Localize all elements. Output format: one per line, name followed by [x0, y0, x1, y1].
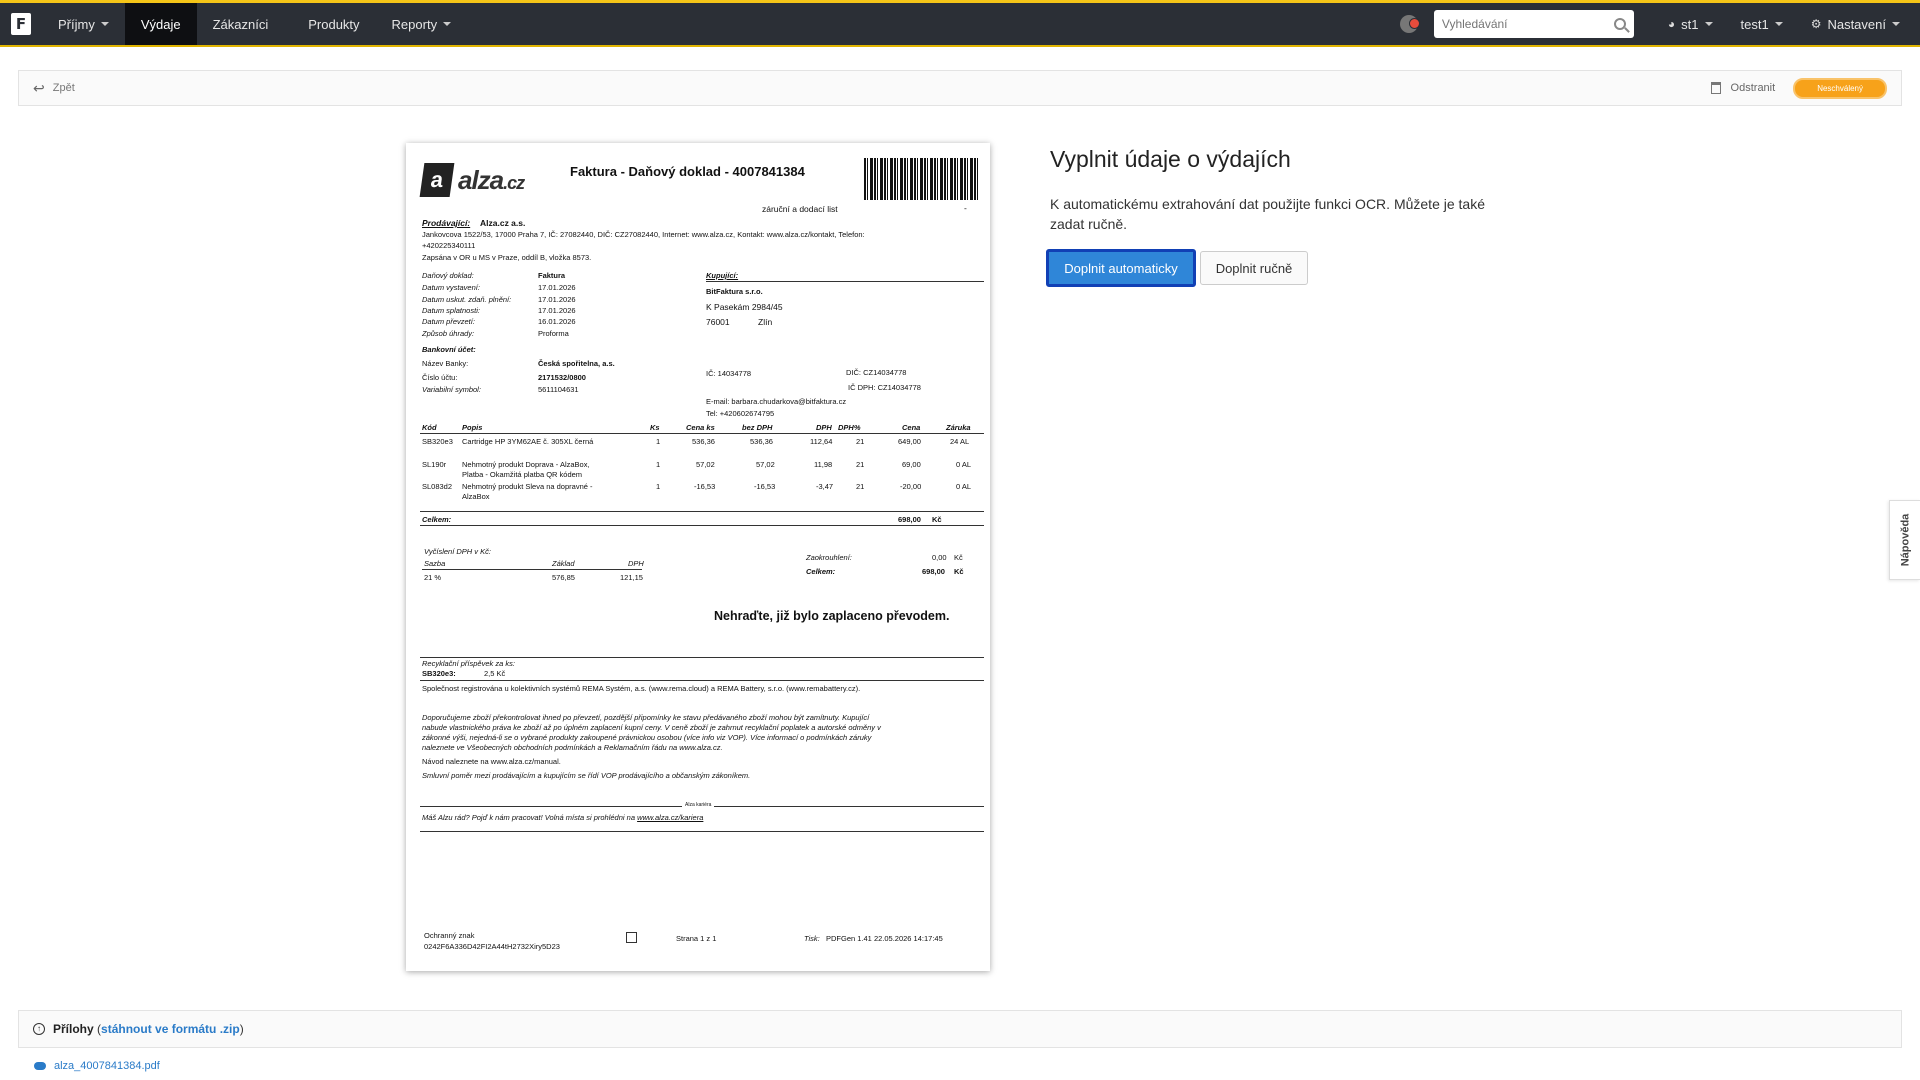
search-input[interactable] [1441, 17, 1614, 31]
alza-logo: a alza.cz [419, 163, 525, 197]
company-switcher[interactable]: ◕ st1 [1654, 17, 1727, 32]
barcode [864, 158, 980, 200]
chevron-down-icon [1774, 22, 1783, 26]
app-logo[interactable]: F [0, 3, 42, 45]
status-badge[interactable]: Neschválený [1793, 77, 1887, 99]
nav-reporty[interactable]: Reporty [376, 3, 468, 45]
notification-icon[interactable] [1399, 15, 1420, 33]
nav-prijmy[interactable]: Příjmy [42, 3, 125, 45]
chevron-down-icon [443, 22, 452, 26]
reply-arrow-icon: ↩ [33, 79, 45, 96]
dashboard-icon: ◕ [1667, 17, 1676, 31]
trash-icon [1710, 82, 1721, 94]
seller-label: Prodávající: [422, 218, 471, 228]
search-box [1433, 10, 1634, 38]
delete-button[interactable]: Odstranit [1710, 82, 1775, 94]
chevron-down-icon [100, 22, 109, 26]
download-zip-link[interactable]: stáhnout ve formátu .zip [101, 1022, 240, 1036]
career-link[interactable]: www.alza.cz/kariera [637, 813, 703, 822]
user-menu[interactable]: test1 [1727, 17, 1797, 32]
logo-icon: F [11, 13, 31, 35]
settings-menu[interactable]: ⚙ Nastavení [1797, 17, 1920, 32]
action-toolbar: ↩ Zpět Odstranit Neschválený [18, 70, 1902, 106]
help-tab[interactable]: Nápověda [1889, 500, 1920, 580]
arrow-up-circle-icon: ↑ [33, 1023, 45, 1035]
chevron-down-icon [1892, 22, 1900, 26]
nav-vydaje[interactable]: Výdaje [124, 3, 197, 45]
invoice-title: Faktura - Daňový doklad - 4007841384 [570, 164, 805, 179]
seller-name: Alza.cz a.s. [480, 218, 526, 228]
auto-fill-button[interactable]: Doplnit automaticky [1046, 249, 1196, 287]
search-icon[interactable] [1613, 18, 1626, 30]
nav-produkty[interactable]: Produkty [284, 3, 375, 45]
nav-zakaznici[interactable]: Zákazníci [197, 3, 285, 45]
manual-fill-button[interactable]: Doplnit ručně [1200, 251, 1308, 285]
paid-note: Nehraďte, již bylo zaplaceno převodem. [714, 609, 950, 623]
top-navbar: F Příjmy Výdaje Zákazníci Produkty Repor… [0, 0, 1920, 47]
attachments-header[interactable]: ↑ Přílohy (stáhnout ve formátu .zip) [18, 1010, 1902, 1048]
gear-icon: ⚙ [1810, 17, 1822, 31]
attachment-file[interactable]: alza_4007841384.pdf [34, 1060, 160, 1072]
invoice-subtitle: záruční a dodací list [762, 204, 838, 214]
qr-icon [626, 932, 637, 943]
back-button[interactable]: ↩ Zpět [33, 80, 75, 97]
ocr-description: K automatickému extrahování dat použijte… [1050, 196, 1485, 232]
chevron-down-icon [1704, 22, 1713, 26]
cloud-download-icon [34, 1062, 46, 1070]
invoice-preview: a alza.cz Faktura - Daňový doklad - 40078… [406, 143, 990, 971]
page-title: Vyplnit údaje o výdajích [1050, 146, 1291, 172]
